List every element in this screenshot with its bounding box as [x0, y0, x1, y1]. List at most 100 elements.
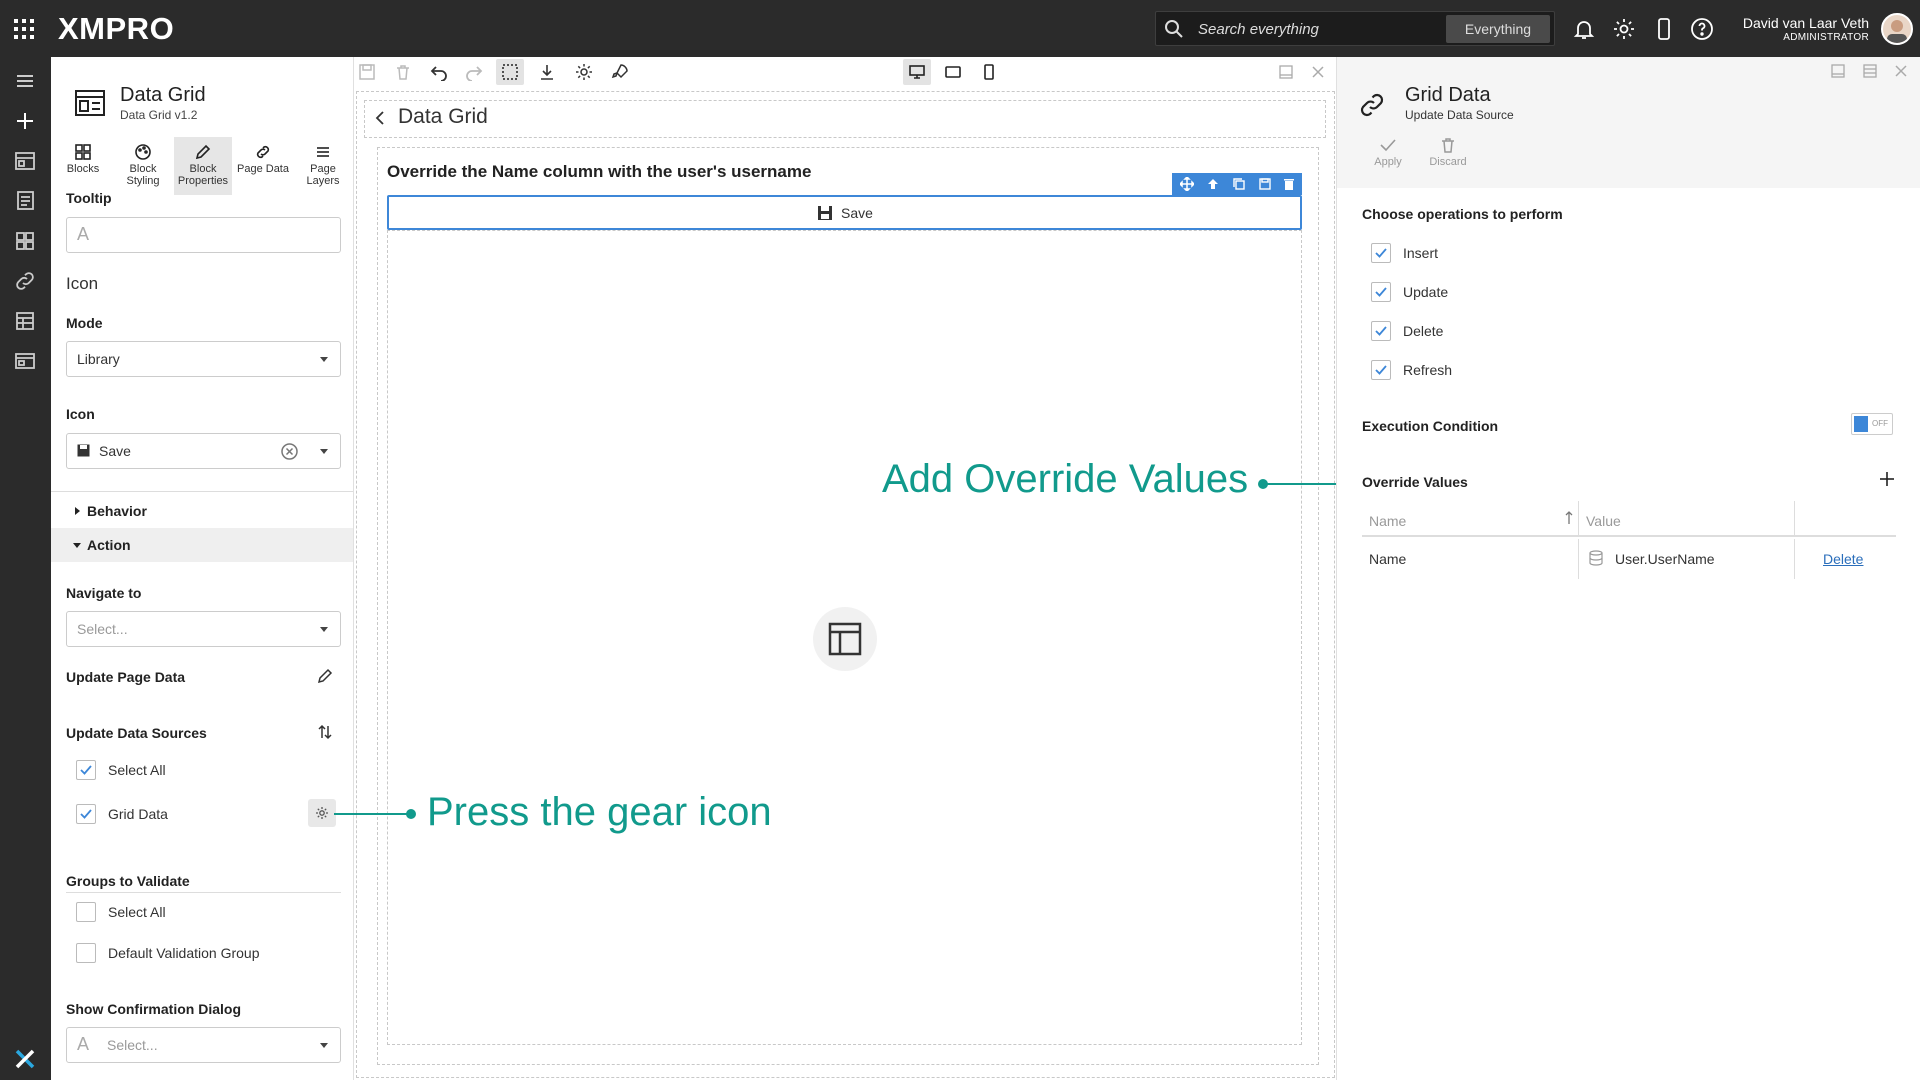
top-bar: XMPRO Search everything Everything David… — [0, 0, 1920, 57]
sort-ascending-icon[interactable] — [1564, 511, 1574, 525]
close-icon[interactable] — [1309, 63, 1327, 81]
insert-label: Insert — [1403, 245, 1439, 261]
gear-annotation-text: Press the gear icon — [427, 790, 772, 834]
undo-icon[interactable] — [430, 63, 448, 81]
trash-disabled-icon[interactable] — [394, 63, 412, 81]
data-icon[interactable] — [13, 309, 37, 333]
add-icon[interactable] — [13, 109, 37, 133]
save-block-icon[interactable] — [1258, 177, 1272, 191]
template-icon[interactable] — [13, 349, 37, 373]
chevron-down-icon — [320, 357, 328, 362]
behavior-section-toggle[interactable]: Behavior — [51, 494, 353, 528]
update-label: Update — [1403, 284, 1449, 300]
table-cell-value[interactable]: User.UserName — [1578, 539, 1794, 579]
execution-condition-toggle[interactable]: OFF — [1851, 413, 1893, 435]
tab-block-styling[interactable]: Block Styling — [114, 137, 172, 195]
checkbox-select-all-groups[interactable] — [76, 902, 96, 922]
save-disabled-icon[interactable] — [358, 63, 376, 81]
minimize-icon[interactable] — [1830, 63, 1846, 79]
update-page-data-label: Update Page Data — [66, 669, 186, 685]
table-row: Name — [1369, 551, 1407, 567]
global-search[interactable]: Search everything Everything — [1155, 11, 1555, 46]
rocket-icon[interactable] — [611, 63, 629, 81]
tab-block-properties[interactable]: Block Properties — [174, 137, 232, 195]
checkbox-update[interactable] — [1371, 282, 1391, 302]
redo-icon[interactable] — [465, 63, 483, 81]
link-icon[interactable] — [13, 269, 37, 293]
app-launcher-icon[interactable] — [12, 17, 36, 41]
checkbox-default-validation[interactable] — [76, 943, 96, 963]
checkbox-refresh[interactable] — [1371, 360, 1391, 380]
block-properties-panel: Data Grid Data Grid v1.2 Blocks Block St… — [51, 57, 354, 1080]
xmpro-mark-icon[interactable] — [13, 1047, 37, 1071]
tooltip-input[interactable]: A — [66, 217, 341, 253]
checkbox-grid-data[interactable] — [76, 804, 96, 824]
checkbox-insert[interactable] — [1371, 243, 1391, 263]
delete-override-link[interactable]: Delete — [1823, 551, 1863, 567]
back-arrow-icon[interactable] — [373, 110, 389, 126]
desktop-icon — [908, 63, 926, 81]
maximize-icon[interactable] — [1277, 63, 1295, 81]
move-icon[interactable] — [1180, 177, 1194, 191]
action-section-toggle[interactable]: Action — [51, 528, 353, 562]
desktop-view-button[interactable] — [903, 59, 931, 85]
menu-icon[interactable] — [13, 69, 37, 93]
dashboard-icon[interactable] — [13, 149, 37, 173]
grid-data-settings-button[interactable] — [308, 799, 336, 827]
column-header-name[interactable]: Name — [1362, 501, 1578, 537]
column-header-value[interactable]: Value — [1578, 501, 1794, 537]
tablet-icon[interactable] — [944, 63, 962, 81]
page-header-block[interactable] — [364, 100, 1326, 138]
bell-icon[interactable] — [1572, 17, 1596, 41]
gear-annotation-dot — [406, 809, 416, 819]
icon-select[interactable]: Save — [66, 433, 341, 469]
user-name[interactable]: David van Laar Veth — [1743, 15, 1869, 31]
apply-button[interactable]: Apply — [1363, 137, 1413, 168]
tooltip-label: Tooltip — [66, 190, 112, 206]
tab-page-data[interactable]: Page Data — [234, 137, 292, 195]
gear-icon[interactable] — [1612, 17, 1636, 41]
duplicate-icon[interactable] — [1232, 177, 1246, 191]
table-cell-action: Delete — [1794, 539, 1896, 579]
navigate-label: Navigate to — [66, 585, 142, 601]
sort-icon[interactable] — [317, 724, 333, 740]
blocks-icon[interactable] — [13, 229, 37, 253]
checkbox-select-all-sources[interactable] — [76, 760, 96, 780]
save-button[interactable]: Save — [387, 195, 1302, 230]
confirm-dialog-select[interactable]: A Select... — [66, 1027, 341, 1063]
recipes-icon[interactable] — [13, 189, 37, 213]
tab-page-layers[interactable]: Page Layers — [294, 137, 352, 195]
search-input[interactable]: Search everything — [1198, 21, 1319, 38]
app-logo[interactable]: XMPRO — [58, 11, 174, 47]
delete-block-icon[interactable] — [1282, 177, 1296, 191]
confirm-dialog-label: Show Confirmation Dialog — [66, 1001, 241, 1017]
help-icon[interactable] — [1690, 17, 1714, 41]
move-up-icon[interactable] — [1206, 177, 1220, 191]
search-scope-dropdown[interactable]: Everything — [1446, 15, 1550, 43]
select-all-groups-label: Select All — [108, 904, 166, 920]
delete-label: Delete — [1403, 323, 1444, 339]
close-icon[interactable] — [1894, 64, 1908, 78]
user-role: ADMINISTRATOR — [1783, 32, 1869, 43]
divider — [66, 892, 341, 893]
update-sources-label: Update Data Sources — [66, 725, 207, 741]
discard-button[interactable]: Discard — [1423, 137, 1473, 168]
select-tool-button[interactable] — [496, 59, 524, 85]
download-icon[interactable] — [538, 63, 556, 81]
avatar[interactable] — [1881, 13, 1913, 45]
gear-annotation-line — [334, 813, 410, 815]
page-settings-icon[interactable] — [575, 63, 593, 81]
icon-value: Save — [99, 443, 131, 459]
mode-select[interactable]: Library — [66, 341, 341, 377]
checkbox-delete[interactable] — [1371, 321, 1391, 341]
clear-icon[interactable] — [281, 443, 298, 460]
tab-blocks[interactable]: Blocks — [54, 137, 112, 195]
dock-icon[interactable] — [1862, 63, 1878, 79]
pencil-icon[interactable] — [317, 668, 333, 684]
add-override-button[interactable] — [1879, 471, 1895, 487]
phone-icon[interactable] — [980, 63, 998, 81]
navigate-select[interactable]: Select... — [66, 611, 341, 647]
link-icon — [1359, 92, 1385, 118]
mobile-icon[interactable] — [1652, 17, 1676, 41]
panel-title: Data Grid — [120, 84, 206, 106]
